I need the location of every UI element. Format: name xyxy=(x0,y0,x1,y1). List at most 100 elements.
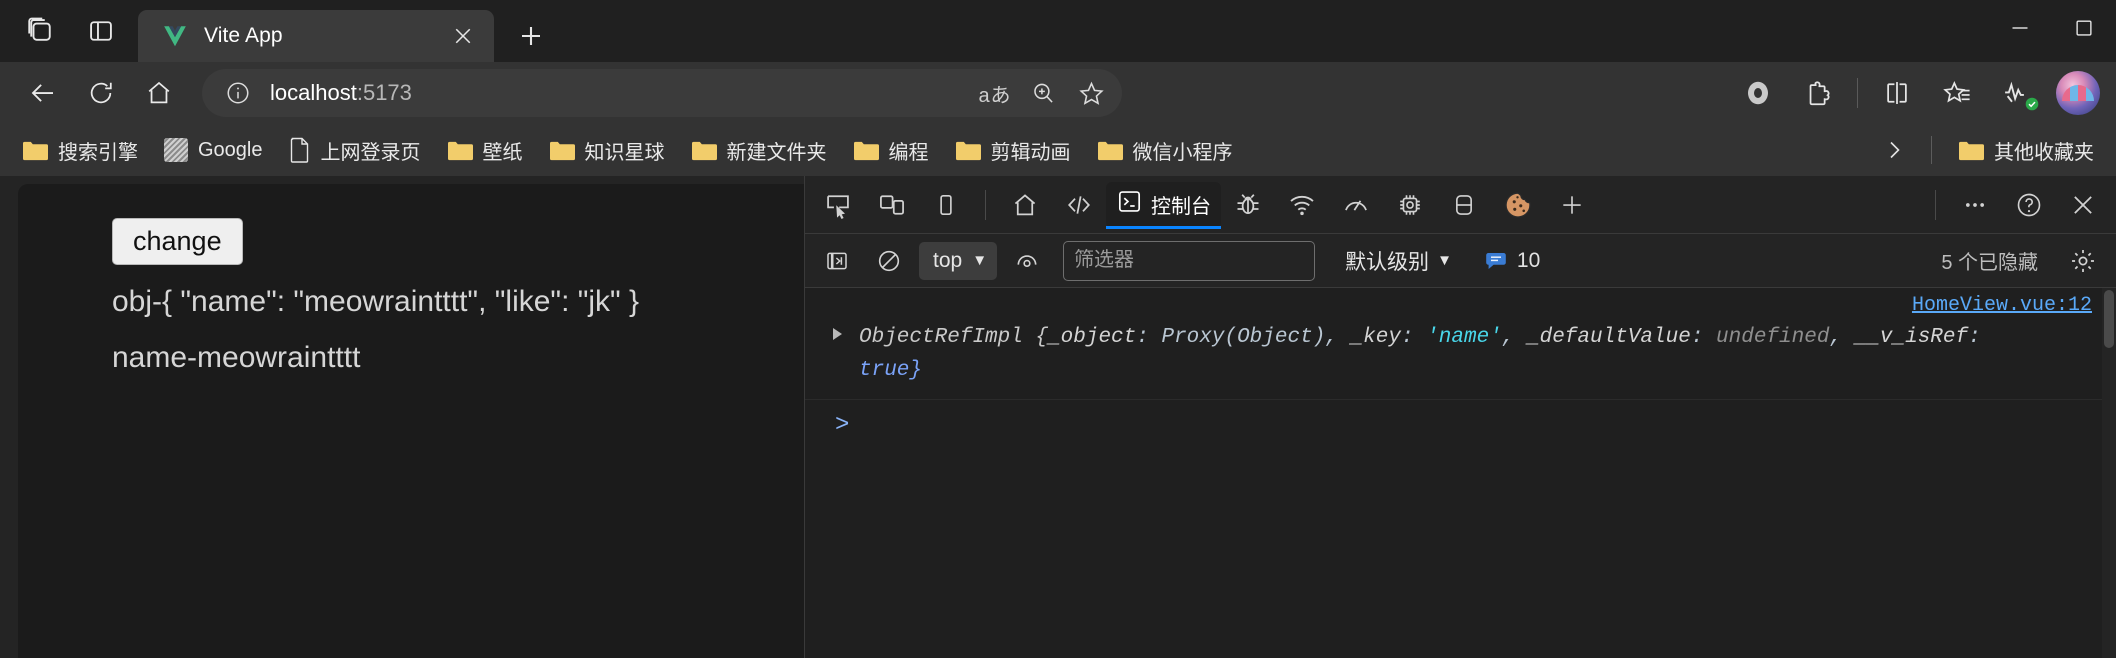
zoom-icon[interactable] xyxy=(1020,72,1066,114)
browser-tab[interactable]: Vite App xyxy=(138,10,494,62)
folder-icon xyxy=(22,139,48,161)
toolbar-divider xyxy=(1857,78,1858,108)
back-button[interactable] xyxy=(16,69,70,117)
tab-strip-left-controls xyxy=(0,0,128,62)
console-sidebar-icon[interactable] xyxy=(815,241,859,281)
address-bar-url[interactable]: localhost:5173 xyxy=(258,80,972,106)
log-token: , xyxy=(1325,326,1350,349)
devtools-tabbar: 控制台 xyxy=(805,176,2116,234)
bookmark-item[interactable]: 微信小程序 xyxy=(1085,130,1245,170)
web-page-content: change obj-{ "name": "meowraintttt", "li… xyxy=(18,184,804,658)
home-button[interactable] xyxy=(132,69,186,117)
devtools-tab-network[interactable] xyxy=(1275,182,1329,228)
devtools-tab-welcome[interactable] xyxy=(998,182,1052,228)
tab-strip: Vite App xyxy=(0,0,2116,62)
dock-side-icon[interactable] xyxy=(919,182,973,228)
devtools-tab-performance[interactable] xyxy=(1329,182,1383,228)
add-devtools-panel-button[interactable] xyxy=(1545,182,1599,228)
folder-icon xyxy=(955,139,981,161)
console-prompt-row[interactable]: > xyxy=(805,400,2116,444)
devtools-tab-memory[interactable] xyxy=(1437,182,1491,228)
devtools-tab-console-label: 控制台 xyxy=(1151,190,1211,219)
folder-icon xyxy=(1958,139,1984,161)
gear-icon[interactable] xyxy=(2060,240,2106,282)
new-tab-button[interactable] xyxy=(508,13,554,59)
devtools-close-icon[interactable] xyxy=(2056,182,2110,228)
site-info-icon[interactable] xyxy=(218,73,258,113)
console-scrollbar[interactable] xyxy=(2102,288,2116,658)
devtools-help-icon[interactable] xyxy=(2002,182,2056,228)
folder-icon xyxy=(691,139,717,161)
console-context-selector[interactable]: top ▼ xyxy=(919,242,997,280)
close-tab-icon[interactable] xyxy=(446,19,480,53)
refresh-button[interactable] xyxy=(74,69,128,117)
console-scrollbar-thumb[interactable] xyxy=(2104,290,2114,348)
document-icon xyxy=(289,137,311,163)
favorite-star-icon[interactable] xyxy=(1068,72,1114,114)
avatar[interactable] xyxy=(2056,71,2100,115)
devtools-tab-application[interactable] xyxy=(1383,182,1437,228)
clear-console-icon[interactable] xyxy=(867,241,911,281)
expand-arrow-icon[interactable] xyxy=(833,328,842,340)
bookmark-label: 壁纸 xyxy=(483,136,523,165)
change-button[interactable]: change xyxy=(112,218,243,265)
bookmark-item[interactable]: 新建文件夹 xyxy=(679,130,839,170)
console-prompt-caret: > xyxy=(835,414,849,438)
devtools-panel: 控制台 xyxy=(804,176,2116,658)
console-filter-input[interactable] xyxy=(1063,241,1315,281)
bookmarks-divider xyxy=(1931,136,1932,164)
minimize-window-button[interactable] xyxy=(1988,0,2052,56)
devtools-tabbar-right xyxy=(1923,182,2110,228)
browser-essentials-icon[interactable] xyxy=(1988,69,2046,117)
bookmark-item[interactable]: 壁纸 xyxy=(435,130,535,170)
bookmark-item[interactable]: 搜索引擎 xyxy=(10,130,150,170)
devtools-tab-console[interactable]: 控制台 xyxy=(1106,182,1221,228)
bookmark-label: 编程 xyxy=(889,136,929,165)
console-prompt-input[interactable] xyxy=(849,414,2092,444)
log-token: _key xyxy=(1351,326,1401,349)
devtools-tab-sources[interactable] xyxy=(1221,182,1275,228)
folder-icon xyxy=(549,139,575,161)
favorites-icon[interactable] xyxy=(1928,69,1986,117)
log-token: ObjectRefImpl { xyxy=(859,326,1048,349)
tab-actions-menu-icon[interactable] xyxy=(74,6,128,56)
extensions-icon[interactable] xyxy=(1789,69,1847,117)
read-aloud-icon[interactable]: aあ xyxy=(972,72,1018,114)
live-expression-icon[interactable] xyxy=(1005,241,1049,281)
bookmark-label: 搜索引擎 xyxy=(58,136,138,165)
console-log-entry[interactable]: HomeView.vue:12 ObjectRefImpl {_object: … xyxy=(805,288,2116,400)
inspect-element-icon[interactable] xyxy=(811,182,865,228)
devtools-more-tools-icon[interactable] xyxy=(1948,182,2002,228)
split-screen-icon[interactable] xyxy=(1868,69,1926,117)
bookmark-item[interactable]: 编程 xyxy=(841,130,941,170)
log-token: __v_isRef xyxy=(1855,326,1968,349)
bookmark-item[interactable]: 上网登录页 xyxy=(277,130,433,170)
copilot-icon[interactable] xyxy=(1729,69,1787,117)
navigation-toolbar: localhost:5173 aあ xyxy=(0,62,2116,124)
tab-title: Vite App xyxy=(204,24,446,48)
log-token: 'name' xyxy=(1426,326,1502,349)
toolbar-actions xyxy=(1729,69,2100,117)
log-source-link[interactable]: HomeView.vue:12 xyxy=(1912,294,2092,317)
other-favorites-item[interactable]: 其他收藏夹 xyxy=(1946,130,2106,170)
log-message-text: ObjectRefImpl {_object: Proxy(Object), _… xyxy=(859,322,2092,387)
console-terminal-icon xyxy=(1116,188,1143,221)
chevron-right-icon[interactable] xyxy=(1871,129,1917,171)
devtools-tab-cookies[interactable] xyxy=(1491,182,1545,228)
address-bar[interactable]: localhost:5173 aあ xyxy=(202,69,1122,117)
maximize-window-button[interactable] xyxy=(2052,0,2116,56)
bookmark-item[interactable]: 剪辑动画 xyxy=(943,130,1083,170)
log-token: , xyxy=(1502,326,1527,349)
console-level-selector[interactable]: 默认级别 ▼ xyxy=(1335,242,1462,280)
log-token: : xyxy=(1691,326,1716,349)
bookmark-item[interactable]: 知识星球 xyxy=(537,130,677,170)
issues-counter[interactable]: 10 xyxy=(1484,249,1540,273)
devtools-tab-elements[interactable] xyxy=(1052,182,1106,228)
copilot-workspaces-icon[interactable] xyxy=(14,6,68,56)
device-toolbar-icon[interactable] xyxy=(865,182,919,228)
url-host: localhost xyxy=(270,80,357,105)
bookmark-label: Google xyxy=(198,139,263,162)
devtools-right-divider xyxy=(1935,190,1936,220)
log-token: _defaultValue xyxy=(1527,326,1691,349)
bookmark-item[interactable]: Google xyxy=(152,130,275,170)
